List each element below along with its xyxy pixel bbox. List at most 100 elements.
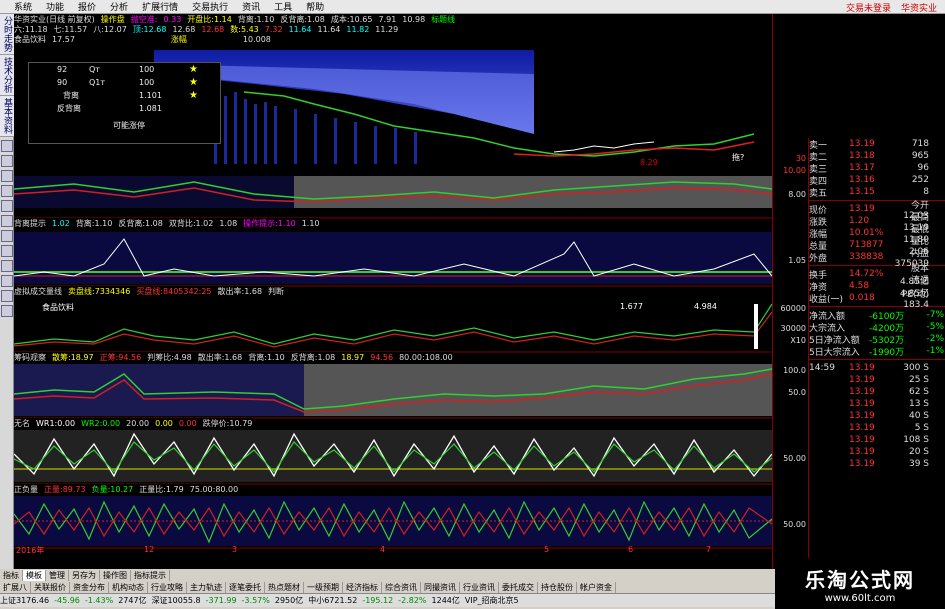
pane-value: 1.10: [301, 219, 320, 228]
menu-analysis[interactable]: 分析: [110, 0, 128, 13]
info-value: 1.101: [139, 91, 162, 100]
menu-tools[interactable]: 工具: [274, 0, 292, 13]
tool-icon[interactable]: [1, 215, 13, 227]
y-tick: 8.00: [788, 190, 806, 199]
tab-function[interactable]: 经济指标: [343, 581, 382, 593]
tab-function[interactable]: 一级预期: [304, 581, 343, 593]
tab-function[interactable]: 同撮资讯: [421, 581, 460, 593]
tab-function[interactable]: 关联报价: [31, 581, 70, 593]
index-sme[interactable]: 中小6721.52: [308, 595, 357, 606]
tab-function[interactable]: 热点题材: [265, 581, 304, 593]
tab-save-as[interactable]: 另存为: [69, 569, 100, 581]
indicator-header: 华资实业(日线 前复权) 操作盘 抛空准: 0.33 开盘比:1.14 背离:1…: [14, 14, 534, 44]
tool-icon[interactable]: [1, 170, 13, 182]
left-toolbar: 分时走势 技术分析 基本资料: [0, 14, 15, 584]
y-tick: 50.00: [783, 520, 806, 529]
trade-login-status[interactable]: 交易未登录: [846, 1, 891, 14]
index-sz[interactable]: 深证10055.8: [152, 595, 201, 606]
y-tick: 30000: [780, 324, 806, 333]
tool-icon[interactable]: [1, 245, 13, 257]
pane-value: 负量:10.27: [91, 485, 134, 494]
pane-value: 判筹比:4.98: [147, 353, 192, 362]
tool-icon[interactable]: [1, 275, 13, 287]
tab-function[interactable]: 委托成交: [499, 581, 538, 593]
index-sh[interactable]: 上证3176.46: [0, 595, 49, 606]
tab-function[interactable]: 扩展八: [0, 581, 31, 593]
x-tick: 4: [380, 545, 386, 554]
stock-name-label: 华资实业: [900, 4, 937, 14]
menu-bar: 系统 功能 报价 分析 扩展行情 交易执行 资讯 工具 帮助 交易未登录 华资实…: [0, 0, 945, 14]
tab-function[interactable]: 行业资讯: [460, 581, 499, 593]
tab-function[interactable]: 持仓股份: [538, 581, 577, 593]
menu-function[interactable]: 功能: [46, 0, 64, 13]
indicator-value: 七:11.57: [53, 24, 88, 34]
pane-value: 反背离:1.08: [118, 219, 163, 228]
index-amount: 2747亿: [118, 596, 147, 605]
tab-intraday[interactable]: 分时走势: [0, 14, 15, 55]
tick-row: 13.19 20 S: [849, 447, 929, 457]
tab-operation-chart[interactable]: 操作图: [100, 569, 131, 581]
indicator-value: 11.64: [317, 24, 341, 34]
indicator-value: 12.68: [201, 24, 225, 34]
y-tick: 1.05: [788, 256, 806, 265]
pane4-title: 筹码观察 散筹:18.97 正筹:94.56 判筹比:4.98 散出率:1.68…: [14, 352, 453, 363]
y-tick: 60000: [780, 304, 806, 313]
tab-function[interactable]: 机构动态: [109, 581, 148, 593]
menu-quote[interactable]: 报价: [78, 0, 96, 13]
indicator-value: 成本:10.65: [330, 14, 373, 24]
tab-function[interactable]: 行业攻略: [148, 581, 187, 593]
index-amount: 2950亿: [274, 596, 304, 605]
pane-value: 80.00:108.00: [399, 353, 453, 362]
ask-row: 卖三 13.17 96: [809, 163, 929, 175]
tick-row: 13.19 108 S: [849, 435, 929, 445]
menu-help[interactable]: 帮助: [306, 0, 324, 13]
tool-icon[interactable]: [1, 290, 13, 302]
indicator-value: 顶:12.68: [132, 24, 167, 34]
tab-fundamentals[interactable]: 基本资料: [0, 96, 15, 137]
tick-row: 13.19 13 S: [849, 399, 929, 409]
tab-function[interactable]: 综合资讯: [382, 581, 421, 593]
indicator-value: 7.32: [264, 24, 283, 34]
tab-function[interactable]: 资金分布: [70, 581, 109, 593]
info-value: 1.081: [139, 104, 162, 113]
indicator-value: 12.68: [172, 24, 196, 34]
tool-icon[interactable]: [1, 140, 13, 152]
sector-label: 食品饮料: [42, 303, 74, 312]
tool-icon[interactable]: [1, 155, 13, 167]
indicator-value: 11.64: [288, 24, 312, 34]
y-tick: X10: [790, 336, 806, 345]
logo-title: 乐淘公式网: [805, 567, 915, 592]
menu-trade[interactable]: 交易执行: [192, 0, 228, 13]
tab-function[interactable]: 逐笔委托: [226, 581, 265, 593]
y-tick: 30: [795, 154, 806, 163]
tab-technical[interactable]: 技术分析: [0, 55, 15, 96]
tool-icon[interactable]: [1, 260, 13, 272]
pane-label: 无名: [14, 419, 30, 428]
tick-row: 14:59 13.19 300 S: [809, 363, 929, 373]
flow-row: 5日大宗流入 -1990万 -1%: [809, 346, 944, 358]
pane-value: 0.00: [178, 419, 197, 428]
tab-function[interactable]: 主力轨迹: [187, 581, 226, 593]
info-label: Q1т: [89, 78, 106, 87]
tool-icon[interactable]: [1, 230, 13, 242]
tab-manage[interactable]: 管理: [46, 569, 69, 581]
pane-value: 背离:1.10: [248, 353, 285, 362]
server-label[interactable]: VIP_招商北京5: [465, 595, 519, 606]
menu-ext-market[interactable]: 扩展行情: [142, 0, 178, 13]
indicator-value: 11.29: [375, 24, 399, 34]
tool-icon[interactable]: [1, 185, 13, 197]
tab-function[interactable]: 帐户资金: [577, 581, 616, 593]
pane6-title: 正负量 正量:89.73 负量:10.27 正量比:1.79 75.00:80.…: [14, 484, 239, 495]
tool-icon[interactable]: [1, 305, 13, 317]
info-value: 90: [57, 78, 68, 87]
tab-indicator-hint[interactable]: 指标提示: [131, 569, 170, 581]
tick-row: 13.19 39 S: [849, 459, 929, 469]
x-tick: 7: [706, 545, 712, 554]
pane-value: 1.08: [219, 219, 238, 228]
menu-news[interactable]: 资讯: [242, 0, 260, 13]
tab-indicator[interactable]: 指标: [0, 569, 23, 581]
menu-system[interactable]: 系统: [14, 0, 32, 13]
tool-icon[interactable]: [1, 200, 13, 212]
tab-template[interactable]: 模板: [23, 569, 46, 581]
pane-label: 虚拟成交量线: [14, 287, 62, 296]
